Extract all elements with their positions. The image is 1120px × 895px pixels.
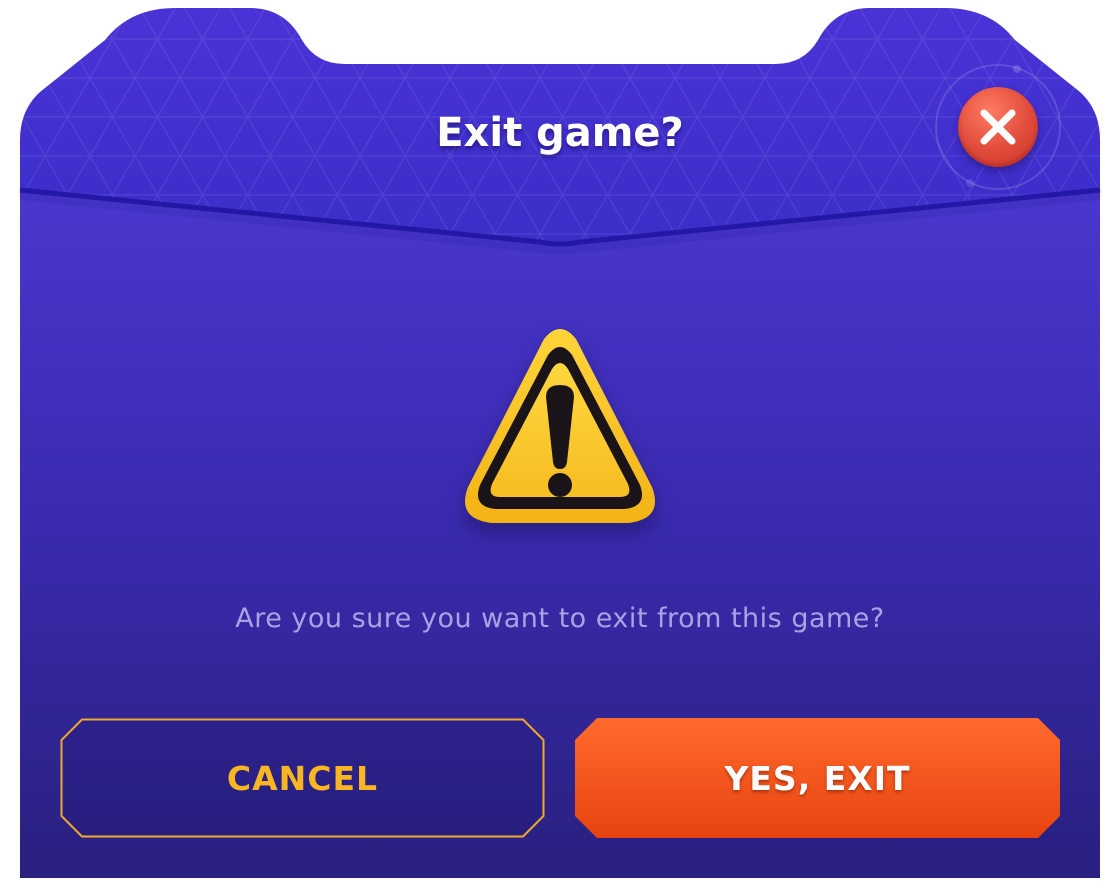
exit-game-dialog: Exit game? Are you sure you want to exit… (0, 0, 1120, 895)
yes-exit-button[interactable]: YES, EXIT (575, 718, 1060, 838)
close-icon (980, 109, 1016, 145)
yes-exit-button-label: YES, EXIT (724, 758, 911, 798)
cancel-button[interactable]: CANCEL (60, 718, 545, 838)
dialog-title: Exit game? (436, 110, 684, 156)
confirmation-message: Are you sure you want to exit from this … (235, 603, 885, 634)
warning-icon (465, 329, 655, 523)
close-button[interactable] (958, 87, 1038, 167)
cancel-button-label: CANCEL (226, 758, 379, 798)
